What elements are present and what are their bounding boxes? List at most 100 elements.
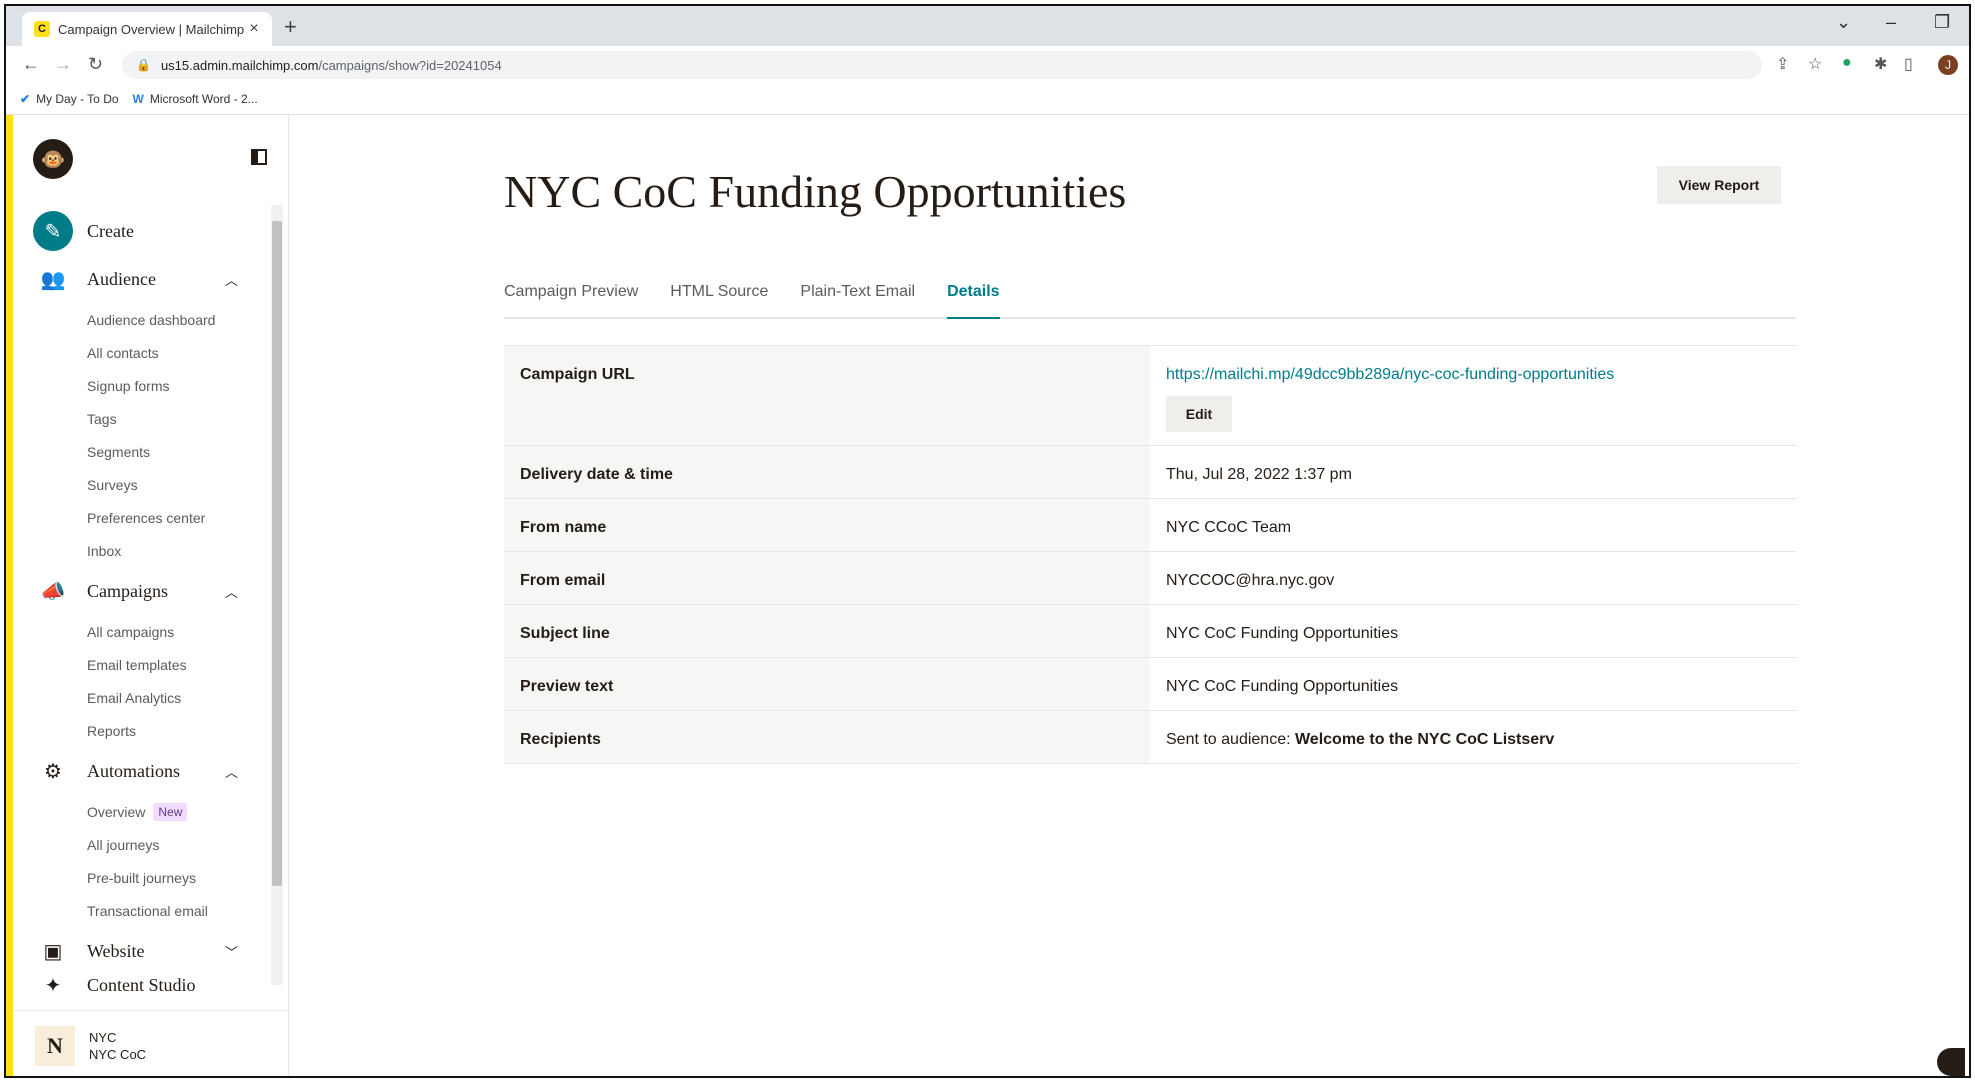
detail-label: Recipients <box>504 710 1150 764</box>
sidebar-item-label: Automations <box>87 760 180 781</box>
sidebar-sub-label: Overview <box>87 803 146 820</box>
forward-icon[interactable]: → <box>54 54 72 75</box>
table-row: Subject line NYC CoC Funding Opportuniti… <box>504 604 1796 658</box>
tab-strip: C Campaign Overview | Mailchimp × + ⌄ – … <box>6 6 1969 46</box>
collapse-sidebar-icon[interactable] <box>251 149 267 165</box>
minimize-icon[interactable]: – <box>1886 12 1896 33</box>
chevron-up-icon[interactable]: ︿ <box>225 270 238 289</box>
tab-search-icon[interactable]: ⌄ <box>1836 12 1851 33</box>
restore-icon[interactable]: ❐ <box>1934 12 1950 33</box>
profile-avatar[interactable]: J <box>1938 55 1958 75</box>
tab-html-source[interactable]: HTML Source <box>670 281 768 317</box>
tab-campaign-preview[interactable]: Campaign Preview <box>504 281 638 317</box>
tab-details[interactable]: Details <box>947 281 1000 319</box>
detail-value: NYCCOC@hra.nyc.gov <box>1150 551 1796 605</box>
detail-label: From email <box>504 551 1150 605</box>
bookmark-my-day[interactable]: ✔ My Day - To Do <box>20 92 119 106</box>
page-title: NYC CoC Funding Opportunities <box>504 166 1127 217</box>
tab-plain-text-email[interactable]: Plain-Text Email <box>800 281 915 317</box>
detail-value: https://mailchi.mp/49dcc9bb289a/nyc-coc-… <box>1150 345 1796 446</box>
account-org: NYC CoC <box>89 1047 147 1062</box>
sidebar-item-label: Audience <box>87 268 156 289</box>
mailchimp-app: 🐵 ✎ Create 👥 Audience ︿ Audience dashboa… <box>6 115 1969 1076</box>
campaign-url-link[interactable]: https://mailchi.mp/49dcc9bb289a/nyc-coc-… <box>1166 366 1614 383</box>
sidebar-item-content-studio[interactable]: ✦ Content Studio <box>13 975 268 995</box>
edit-url-button[interactable]: Edit <box>1166 396 1232 432</box>
campaign-tabs: Campaign Preview HTML Source Plain-Text … <box>504 281 1796 319</box>
sidebar-sub-transactional-email[interactable]: Transactional email <box>13 894 268 927</box>
browser-tab[interactable]: C Campaign Overview | Mailchimp × <box>22 12 272 46</box>
detail-value: Thu, Jul 28, 2022 1:37 pm <box>1150 445 1796 499</box>
new-tab-button[interactable]: + <box>284 14 297 40</box>
sidebar-scroll-thumb[interactable] <box>272 221 282 886</box>
back-icon[interactable]: ← <box>22 54 40 75</box>
mailchimp-logo-icon[interactable]: 🐵 <box>33 139 73 179</box>
mailchimp-favicon-icon: C <box>34 21 50 37</box>
recipients-audience: Welcome to the NYC CoC Listserv <box>1294 731 1555 748</box>
chevron-up-icon[interactable]: ︿ <box>225 582 238 601</box>
detail-label: Campaign URL <box>504 345 1150 446</box>
bookmark-star-icon[interactable]: ☆ <box>1808 54 1822 74</box>
view-report-button[interactable]: View Report <box>1657 166 1781 204</box>
sidebar-sub-pre-built-journeys[interactable]: Pre-built journeys <box>13 861 268 894</box>
url-field[interactable]: 🔒 us15.admin.mailchimp.com/campaigns/sho… <box>122 51 1762 79</box>
sidebar-sub-surveys[interactable]: Surveys <box>13 468 268 501</box>
new-badge: New <box>153 802 188 821</box>
sidebar-item-label: Content Studio <box>87 975 196 995</box>
tab-close-icon[interactable]: × <box>244 20 264 38</box>
grammarly-extension-icon[interactable]: ● <box>1842 54 1852 72</box>
detail-label: Subject line <box>504 604 1150 658</box>
sidebar-item-website[interactable]: ▣ Website ﹀ <box>13 927 268 975</box>
sidebar-sub-email-templates[interactable]: Email templates <box>13 648 268 681</box>
lock-icon: 🔒 <box>136 58 151 72</box>
sidebar-sub-all-contacts[interactable]: All contacts <box>13 336 268 369</box>
detail-value: NYC CoC Funding Opportunities <box>1150 604 1796 658</box>
detail-value: NYC CCoC Team <box>1150 498 1796 552</box>
detail-label: From name <box>504 498 1150 552</box>
help-button[interactable] <box>1937 1048 1965 1076</box>
checkmark-icon: ✔ <box>20 92 31 106</box>
sidebar-sub-preferences-center[interactable]: Preferences center <box>13 501 268 534</box>
extensions-puzzle-icon[interactable]: ✱ <box>1874 54 1887 74</box>
sidebar-item-label: Website <box>87 940 145 961</box>
sidebar-sub-inbox[interactable]: Inbox <box>13 534 268 567</box>
chevron-down-icon[interactable]: ﹀ <box>225 942 238 961</box>
megaphone-icon: 📣 <box>40 580 66 603</box>
sidebar-item-automations[interactable]: ⚙ Automations ︿ <box>13 747 268 795</box>
sidebar-sub-overview[interactable]: Overview New <box>13 795 268 828</box>
sidebar-item-create[interactable]: ✎ Create <box>13 207 268 255</box>
accent-bar <box>6 115 13 1076</box>
chevron-up-icon[interactable]: ︿ <box>225 762 238 781</box>
website-icon: ▣ <box>43 940 63 963</box>
table-row: Delivery date & time Thu, Jul 28, 2022 1… <box>504 445 1796 499</box>
automations-icon: ⚙ <box>44 760 62 783</box>
bookmark-word[interactable]: W Microsoft Word - 2... <box>133 92 258 106</box>
detail-value: NYC CoC Funding Opportunities <box>1150 657 1796 711</box>
account-name: NYC <box>89 1030 117 1045</box>
reload-icon[interactable]: ↻ <box>88 54 103 75</box>
sidebar-sub-all-journeys[interactable]: All journeys <box>13 828 268 861</box>
word-icon: W <box>132 92 144 106</box>
campaign-details-table: Campaign URL https://mailchi.mp/49dcc9bb… <box>504 345 1796 764</box>
url-host: us15.admin.mailchimp.com <box>160 57 319 73</box>
sidebar-sub-audience-dashboard[interactable]: Audience dashboard <box>13 303 268 336</box>
sidebar-item-audience[interactable]: 👥 Audience ︿ <box>13 255 268 303</box>
sidebar-item-campaigns[interactable]: 📣 Campaigns ︿ <box>13 567 268 615</box>
side-panel-icon[interactable]: ▯ <box>1904 54 1913 74</box>
sidebar-sub-tags[interactable]: Tags <box>13 402 268 435</box>
sidebar-sub-reports[interactable]: Reports <box>13 714 268 747</box>
tab-title: Campaign Overview | Mailchimp <box>58 21 244 37</box>
sidebar-sub-segments[interactable]: Segments <box>13 435 268 468</box>
sidebar-sub-signup-forms[interactable]: Signup forms <box>13 369 268 402</box>
table-row: Recipients Sent to audience: Welcome to … <box>504 710 1796 764</box>
share-icon[interactable]: ⇪ <box>1776 54 1789 74</box>
sidebar-sub-email-analytics[interactable]: Email Analytics <box>13 681 268 714</box>
sidebar-item-label: Create <box>87 220 134 241</box>
url-path: /campaigns/show?id=20241054 <box>318 57 502 73</box>
sidebar-item-label: Campaigns <box>87 580 168 601</box>
account-avatar: N <box>35 1026 75 1066</box>
sidebar-sub-all-campaigns[interactable]: All campaigns <box>13 615 268 648</box>
main-content: NYC CoC Funding Opportunities View Repor… <box>288 115 1969 1076</box>
account-text: NYC NYC CoC <box>89 1029 146 1063</box>
account-switcher[interactable]: N NYC NYC CoC <box>13 1010 288 1076</box>
